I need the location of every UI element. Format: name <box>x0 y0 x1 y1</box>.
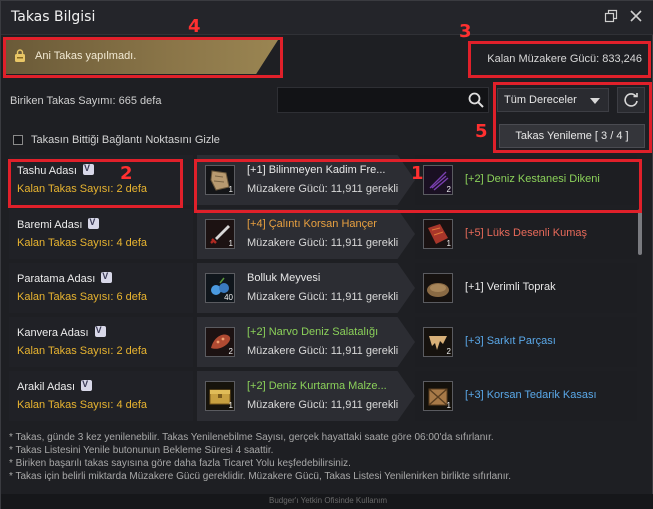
sea-urchin-spine-icon: 2 <box>423 165 453 195</box>
bag-icon <box>15 49 25 62</box>
trade-list: Tashu Adası Kalan Takas Sayısı: 2 defa 1… <box>9 155 637 423</box>
verified-badge-icon <box>88 217 100 229</box>
verified-badge-icon <box>82 163 94 175</box>
renew-trade-button[interactable]: Takas Yenileme [ 3 / 4 ] <box>499 124 645 148</box>
annotation-number-5: 5 <box>475 121 488 142</box>
get-item-cell[interactable]: [+1] Verimli Toprak <box>415 263 637 313</box>
give-item-name: [+1] Bilinmeyen Kadim Fre... <box>247 164 386 176</box>
search-input[interactable] <box>277 87 489 113</box>
power-requirement: Müzakere Gücü: 11,911 gerekli <box>247 183 399 195</box>
refresh-button[interactable] <box>617 87 645 113</box>
annotation-number-2: 2 <box>120 163 133 184</box>
get-item-cell[interactable]: 1 [+3] Korsan Tedarik Kasası <box>415 371 637 421</box>
island-cell[interactable]: Paratama Adası Kalan Takas Sayısı: 6 def… <box>9 263 193 313</box>
island-name: Baremi Adası <box>17 219 83 231</box>
give-item-cell[interactable]: 1 [+2] Deniz Kurtarma Malze... Müzakere … <box>197 371 415 421</box>
trade-row: Arakil Adası Kalan Takas Sayısı: 4 defa … <box>9 371 637 421</box>
island-name: Kanvera Adası <box>17 327 89 339</box>
verified-badge-icon <box>94 325 106 337</box>
close-icon[interactable] <box>628 9 644 25</box>
hide-finished-checkbox[interactable] <box>13 135 23 145</box>
island-name: Arakil Adası <box>17 381 76 393</box>
accumulated-trades: Biriken Takas Sayımı: 665 defa <box>10 95 162 107</box>
island-cell[interactable]: Kanvera Adası Kalan Takas Sayısı: 2 defa <box>9 317 193 367</box>
remaining-trades: Kalan Takas Sayısı: 4 defa <box>17 399 148 411</box>
note-line: * Takas için belirli miktarda Müzakere G… <box>9 471 512 482</box>
window-title: Takas Bilgisi <box>11 9 96 25</box>
trade-window: Takas Bilgisi Ani Takas yapılmadı. Kalan… <box>0 0 653 509</box>
get-item-name: [+3] Sarkıt Parçası <box>465 335 556 347</box>
rescue-crate-icon: 1 <box>205 381 235 411</box>
power-requirement: Müzakere Gücü: 11,911 gerekli <box>247 399 399 411</box>
annotation-number-4: 4 <box>188 16 201 37</box>
verified-badge-icon <box>101 271 113 283</box>
get-item-name: [+3] Korsan Tedarik Kasası <box>465 389 597 401</box>
notice-text: Ani Takas yapılmadı. <box>35 50 137 62</box>
give-item-name: Bolluk Meyvesi <box>247 272 321 284</box>
island-name: Paratama Adası <box>17 273 96 285</box>
remaining-trades: Kalan Takas Sayısı: 2 defa <box>17 183 148 195</box>
island-name: Tashu Adası <box>17 165 77 177</box>
give-item-name: [+4] Çalıntı Korsan Hançer <box>247 218 377 230</box>
search-icon[interactable] <box>467 91 485 109</box>
get-item-cell[interactable]: 2 [+2] Deniz Kestanesi Dikeni <box>415 155 637 205</box>
bottom-bar: Budger'ı Yetkin Ofisinde Kullanım <box>1 494 653 509</box>
sea-cucumber-icon: 2 <box>205 327 235 357</box>
island-cell[interactable]: Tashu Adası Kalan Takas Sayısı: 2 defa <box>9 155 193 205</box>
info-notes: * Takas, günde 3 kez yenilenebilir. Taka… <box>9 431 649 483</box>
trade-row: Paratama Adası Kalan Takas Sayısı: 6 def… <box>9 263 637 313</box>
note-line: * Biriken başarılı takas sayısına göre d… <box>9 458 351 469</box>
get-item-name: [+1] Verimli Toprak <box>465 281 556 293</box>
footer-text: Budger'ı Yetkin Ofisinde Kullanım <box>269 496 388 505</box>
get-item-cell[interactable]: 2 [+3] Sarkıt Parçası <box>415 317 637 367</box>
trade-row: Baremi Adası Kalan Takas Sayısı: 4 defa … <box>9 209 637 259</box>
note-line: * Takas, günde 3 kez yenilenebilir. Taka… <box>9 432 494 443</box>
give-item-cell[interactable]: 1 [+1] Bilinmeyen Kadim Fre... Müzakere … <box>197 155 415 205</box>
stalactite-icon: 2 <box>423 327 453 357</box>
get-item-name: [+5] Lüks Desenli Kumaş <box>465 227 587 239</box>
remaining-trades: Kalan Takas Sayısı: 4 defa <box>17 237 148 249</box>
supply-crate-icon: 1 <box>423 381 453 411</box>
list-scrollbar[interactable] <box>638 209 642 255</box>
instant-trade-notice: Ani Takas yapılmadı. <box>5 40 278 74</box>
note-line: * Takas Listesini Yenile butonunun Bekle… <box>9 445 274 456</box>
fabric-icon: 1 <box>423 219 453 249</box>
verified-badge-icon <box>81 379 93 391</box>
negotiation-power: Kalan Müzakere Gücü: 833,246 <box>487 53 642 65</box>
get-item-cell[interactable]: 1 [+5] Lüks Desenli Kumaş <box>415 209 637 259</box>
give-item-name: [+2] Narvo Deniz Salatalığı <box>247 326 379 338</box>
power-requirement: Müzakere Gücü: 11,911 gerekli <box>247 291 399 303</box>
berry-icon: 40 <box>205 273 235 303</box>
soil-icon <box>423 273 453 303</box>
get-item-name: [+2] Deniz Kestanesi Dikeni <box>465 173 600 185</box>
power-requirement: Müzakere Gücü: 11,911 gerekli <box>247 237 399 249</box>
hide-finished-label: Takasın Bittiği Bağlantı Noktasını Gizle <box>31 134 220 146</box>
power-requirement: Müzakere Gücü: 11,911 gerekli <box>247 345 399 357</box>
annotation-number-1: 1 <box>411 163 424 184</box>
trade-row: Kanvera Adası Kalan Takas Sayısı: 2 defa… <box>9 317 637 367</box>
give-item-cell[interactable]: 2 [+2] Narvo Deniz Salatalığı Müzakere G… <box>197 317 415 367</box>
trade-row: Tashu Adası Kalan Takas Sayısı: 2 defa 1… <box>9 155 637 205</box>
restore-icon[interactable] <box>603 9 619 25</box>
give-item-cell[interactable]: 1 [+4] Çalıntı Korsan Hançer Müzakere Gü… <box>197 209 415 259</box>
dagger-icon: 1 <box>205 219 235 249</box>
give-item-name: [+2] Deniz Kurtarma Malze... <box>247 380 387 392</box>
grade-filter-label: Tüm Dereceler <box>504 94 577 106</box>
remaining-trades: Kalan Takas Sayısı: 2 defa <box>17 345 148 357</box>
remaining-trades: Kalan Takas Sayısı: 6 defa <box>17 291 148 303</box>
grade-filter-select[interactable]: Tüm Dereceler <box>497 88 609 112</box>
title-bar: Takas Bilgisi <box>1 1 653 35</box>
chevron-down-icon <box>590 98 600 104</box>
ancient-fragment-icon: 1 <box>205 165 235 195</box>
island-cell[interactable]: Arakil Adası Kalan Takas Sayısı: 4 defa <box>9 371 193 421</box>
give-item-cell[interactable]: 40 Bolluk Meyvesi Müzakere Gücü: 11,911 … <box>197 263 415 313</box>
refresh-icon <box>624 93 638 107</box>
island-cell[interactable]: Baremi Adası Kalan Takas Sayısı: 4 defa <box>9 209 193 259</box>
annotation-number-3: 3 <box>459 21 472 42</box>
